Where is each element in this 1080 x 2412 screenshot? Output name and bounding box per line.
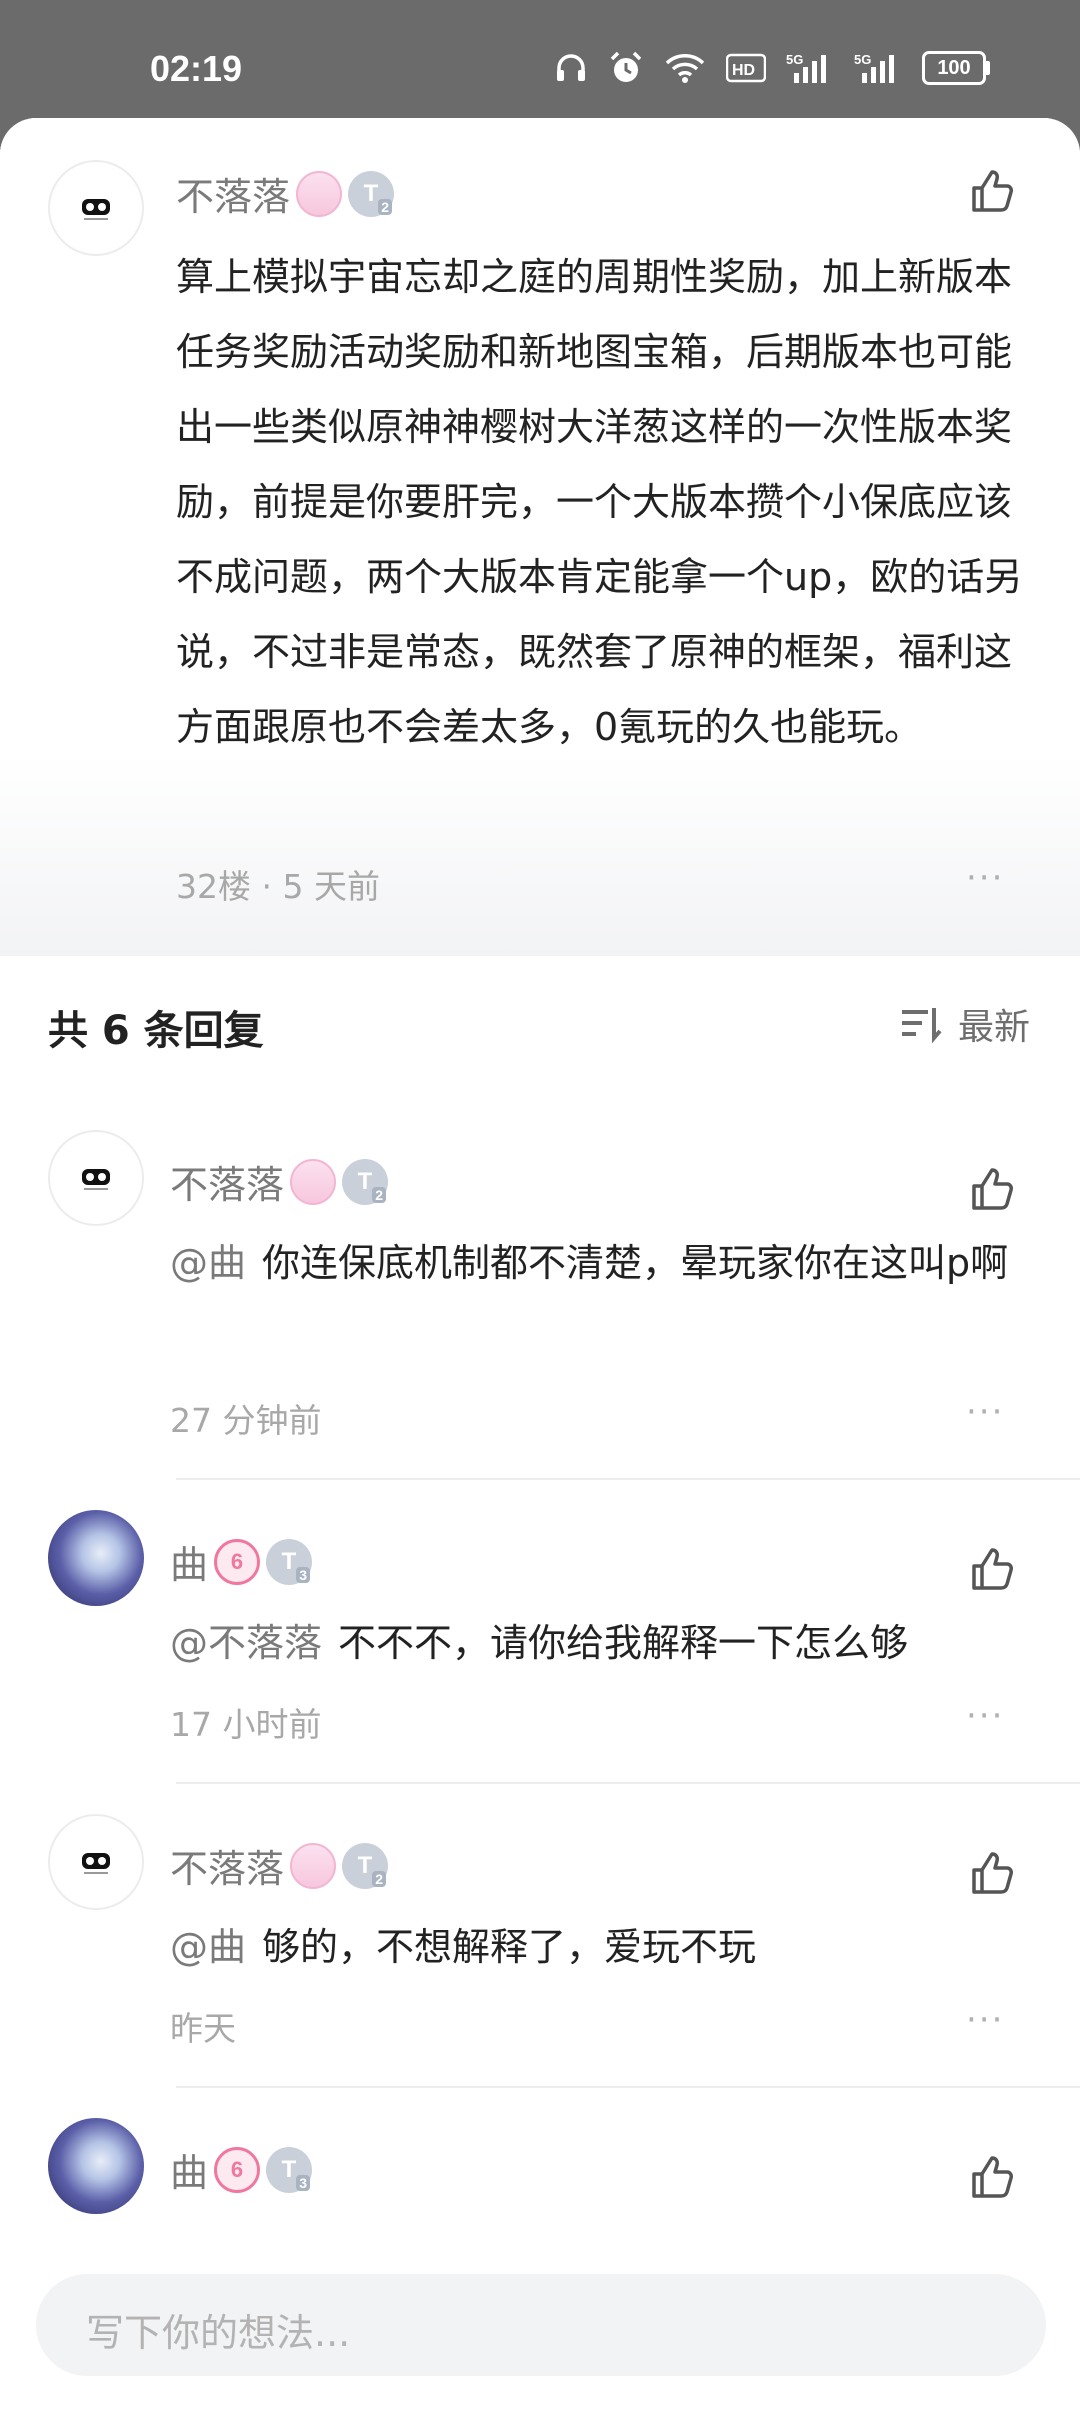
username-text: 曲 xyxy=(170,2151,209,2195)
avatar[interactable] xyxy=(48,2118,144,2214)
reply-time: 27 分钟前 xyxy=(170,1401,322,1440)
username-text: 曲 xyxy=(170,1543,209,1587)
divider xyxy=(176,2086,1080,2088)
mention-link[interactable]: @不落落 xyxy=(170,1621,322,1665)
fan-badge-icon: 6 xyxy=(214,1538,261,1585)
level-sub-label: 3 xyxy=(296,1566,311,1583)
like-icon[interactable] xyxy=(966,1848,1016,1898)
reply-text: 你连保底机制都不清楚，晕玩家你在这叫p啊 xyxy=(262,1241,1009,1285)
comment-input-placeholder: 写下你的想法... xyxy=(86,2311,351,2355)
comment-input-bar: 写下你的想法... xyxy=(0,2238,1080,2412)
like-icon[interactable] xyxy=(966,166,1016,216)
battery-icon: 100 xyxy=(922,51,990,85)
username-text: 不落落 xyxy=(176,175,291,219)
avatar[interactable] xyxy=(48,1814,144,1910)
level-badge-icon: T2 xyxy=(342,1842,389,1889)
level-badge-icon: T3 xyxy=(266,1538,313,1585)
status-time: 02:19 xyxy=(150,48,243,89)
like-icon[interactable] xyxy=(966,2152,1016,2202)
level-label: T xyxy=(281,2155,297,2183)
sort-button[interactable]: 最新 xyxy=(900,998,1030,1050)
level-sub-label: 2 xyxy=(372,1870,387,1887)
avatar[interactable] xyxy=(48,160,144,256)
like-icon[interactable] xyxy=(966,1544,1016,1594)
headphones-icon xyxy=(554,49,588,87)
avatar[interactable] xyxy=(48,1510,144,1606)
replies-count: 共 6 条回复 xyxy=(48,1008,264,1054)
comment-content: 算上模拟宇宙忘却之庭的周期性奖励，加上新版本任务奖励活动奖励和新地图宝箱，后期版… xyxy=(176,255,1023,749)
reply-time: 昨天 xyxy=(170,2009,236,2048)
level-badge-icon: T2 xyxy=(342,1158,389,1205)
username[interactable]: 不落落 T2 xyxy=(170,1838,389,1893)
level-badge-icon: T2 xyxy=(348,170,395,217)
more-icon[interactable]: ··· xyxy=(966,858,1004,898)
network-label-1: 5G xyxy=(786,52,803,67)
username-text: 不落落 xyxy=(170,1163,285,1207)
avatar-frame-badge-icon xyxy=(296,170,343,217)
hd-voice-icon: HD xyxy=(726,49,766,87)
more-icon[interactable]: ··· xyxy=(966,1696,1004,1736)
reply-content: @曲 够的，不想解释了，爱玩不玩 xyxy=(170,1910,1040,1984)
fan-badge-icon: 6 xyxy=(214,2146,261,2193)
username-text: 不落落 xyxy=(170,1847,285,1891)
level-sub-label: 3 xyxy=(296,2174,311,2191)
reply-text: 不不不，请你给我解释一下怎么够 xyxy=(338,1621,909,1665)
reply-content: @曲 你连保底机制都不清楚，晕玩家你在这叫p啊 xyxy=(170,1226,1040,1300)
reply-content: @不落落 不不不，请你给我解释一下怎么够 xyxy=(170,1606,1040,1680)
level-badge-icon: T3 xyxy=(266,2146,313,2193)
sort-label: 最新 xyxy=(958,1007,1031,1048)
reply-time: 17 小时前 xyxy=(170,1705,322,1744)
comment-sheet: 不落落 T2 算上模拟宇宙忘却之庭的周期性奖励，加上新版本任务奖励活动奖励和新地… xyxy=(0,118,1080,2412)
level-label: T xyxy=(281,1547,297,1575)
comment-input[interactable]: 写下你的想法... xyxy=(36,2274,1046,2376)
level-sub-label: 2 xyxy=(378,198,393,215)
comment-meta: 32楼 · 5 天前 xyxy=(176,867,380,906)
username[interactable]: 曲 6 T3 xyxy=(170,2142,313,2197)
level-label: T xyxy=(357,1851,373,1879)
level-sub-label: 2 xyxy=(372,1186,387,1203)
more-icon[interactable]: ··· xyxy=(966,1392,1004,1432)
like-icon[interactable] xyxy=(966,1164,1016,1214)
mention-link[interactable]: @曲 xyxy=(170,1925,246,1969)
mention-link[interactable]: @曲 xyxy=(170,1241,246,1285)
alarm-icon xyxy=(608,49,644,87)
username[interactable]: 不落落 T2 xyxy=(176,166,395,221)
wifi-icon xyxy=(664,49,706,87)
network-label-2: 5G xyxy=(854,52,871,67)
status-bar: 02:19 HD 5G 5G 100 xyxy=(0,0,1080,120)
avatar[interactable] xyxy=(48,1130,144,1226)
level-label: T xyxy=(357,1167,373,1195)
hd-label: HD xyxy=(732,62,755,79)
username[interactable]: 曲 6 T3 xyxy=(170,1534,313,1589)
reply-text: 够的，不想解释了，爱玩不玩 xyxy=(262,1925,757,1969)
signal-5g-icon-1: 5G xyxy=(786,49,834,87)
avatar-frame-badge-icon xyxy=(290,1158,337,1205)
avatar-frame-badge-icon xyxy=(290,1842,337,1889)
divider xyxy=(176,1478,1080,1480)
username[interactable]: 不落落 T2 xyxy=(170,1154,389,1209)
signal-5g-icon-2: 5G xyxy=(854,49,902,87)
battery-level: 100 xyxy=(937,56,971,79)
main-comment: 不落落 T2 算上模拟宇宙忘却之庭的周期性奖励，加上新版本任务奖励活动奖励和新地… xyxy=(0,118,1080,956)
status-icons: HD 5G 5G 100 xyxy=(554,48,990,88)
more-icon[interactable]: ··· xyxy=(966,2000,1004,2040)
sort-icon xyxy=(902,1008,942,1044)
level-label: T xyxy=(363,179,379,207)
divider xyxy=(176,1782,1080,1784)
